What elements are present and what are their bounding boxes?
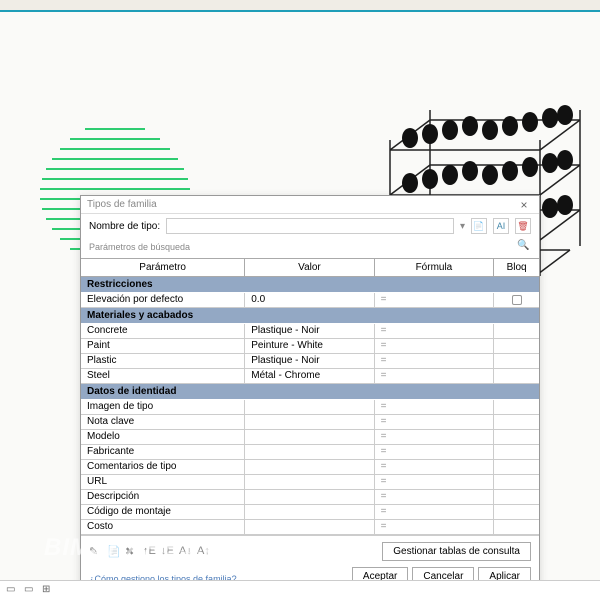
table-row[interactable]: Descripción = (81, 490, 539, 505)
table-row[interactable]: URL = (81, 475, 539, 490)
search-label: Parámetros de búsqueda (89, 242, 517, 252)
cell-formula[interactable]: = (375, 445, 494, 459)
cell-value[interactable] (245, 460, 374, 474)
cell-formula[interactable]: = (375, 400, 494, 414)
cell-formula[interactable]: = (375, 475, 494, 489)
cell-value[interactable] (245, 415, 374, 429)
cell-param[interactable]: Nota clave (81, 415, 245, 429)
cell-param[interactable]: Fabricante (81, 445, 245, 459)
manage-lookup-button[interactable]: Gestionar tablas de consulta (382, 542, 531, 561)
cell-value[interactable] (245, 400, 374, 414)
cell-formula[interactable]: = (375, 430, 494, 444)
header-param[interactable]: Parámetro (81, 259, 245, 276)
cell-lock[interactable] (494, 460, 539, 474)
cell-param[interactable]: Comentarios de tipo (81, 460, 245, 474)
dropdown-icon[interactable]: ▾ (460, 221, 465, 232)
cell-lock[interactable] (494, 520, 539, 534)
type-name-label: Nombre de tipo: (89, 221, 160, 232)
table-row[interactable]: ConcretePlastique - Noir= (81, 324, 539, 339)
lock-checkbox[interactable] (512, 295, 522, 305)
table-row[interactable]: PaintPeinture - White= (81, 339, 539, 354)
status-icon-1[interactable]: ▭ (6, 584, 20, 598)
cell-param[interactable]: Concrete (81, 324, 245, 338)
table-row[interactable]: Costo = (81, 520, 539, 535)
cell-lock[interactable] (494, 324, 539, 338)
cell-formula[interactable]: = (375, 460, 494, 474)
cell-param[interactable]: Modelo (81, 430, 245, 444)
cell-param[interactable]: Paint (81, 339, 245, 353)
table-row[interactable]: Fabricante = (81, 445, 539, 460)
cell-formula[interactable]: = (375, 520, 494, 534)
cell-value[interactable] (245, 445, 374, 459)
cell-formula[interactable]: = (375, 505, 494, 519)
group-header[interactable]: Datos de identidad (81, 384, 539, 400)
table-row[interactable]: Modelo = (81, 430, 539, 445)
watermark: BIMSHARES.COM (44, 534, 264, 562)
cell-value[interactable]: Plastique - Noir (245, 354, 374, 368)
cell-value[interactable] (245, 505, 374, 519)
header-bloq[interactable]: Bloq (494, 259, 539, 276)
cell-formula[interactable]: = (375, 354, 494, 368)
cell-formula[interactable]: = (375, 415, 494, 429)
group-header[interactable]: Materiales y acabados (81, 308, 539, 324)
status-bar: ▭ ▭ ⊞ (0, 580, 600, 600)
cell-param[interactable]: Imagen de tipo (81, 400, 245, 414)
cell-formula[interactable]: = (375, 324, 494, 338)
table-row[interactable]: SteelMétal - Chrome= (81, 369, 539, 384)
cell-lock[interactable] (494, 369, 539, 383)
cell-value[interactable] (245, 430, 374, 444)
cell-formula[interactable]: = (375, 490, 494, 504)
cell-lock[interactable] (494, 490, 539, 504)
close-icon[interactable]: × (515, 198, 533, 212)
cell-lock[interactable] (494, 354, 539, 368)
cell-lock[interactable] (494, 475, 539, 489)
cell-param[interactable]: Descripción (81, 490, 245, 504)
cell-lock[interactable] (494, 293, 539, 307)
search-icon[interactable]: 🔍 (517, 240, 531, 254)
table-row[interactable]: Imagen de tipo = (81, 400, 539, 415)
parameters-table: Parámetro Valor Fórmula Bloq Restriccion… (81, 258, 539, 535)
cell-value[interactable]: Plastique - Noir (245, 324, 374, 338)
status-icon-3[interactable]: ⊞ (42, 584, 56, 598)
cell-param[interactable]: Costo (81, 520, 245, 534)
cell-value[interactable] (245, 475, 374, 489)
cell-lock[interactable] (494, 339, 539, 353)
dialog-title-text: Tipos de familia (87, 199, 515, 210)
type-name-input[interactable] (166, 218, 454, 234)
rename-type-icon[interactable]: AI (493, 218, 509, 234)
table-row[interactable]: Elevación por defecto0.0= (81, 293, 539, 308)
group-header[interactable]: Restricciones (81, 277, 539, 293)
table-row[interactable]: Código de montaje = (81, 505, 539, 520)
table-row[interactable]: Comentarios de tipo = (81, 460, 539, 475)
cell-lock[interactable] (494, 505, 539, 519)
cell-lock[interactable] (494, 430, 539, 444)
cell-lock[interactable] (494, 445, 539, 459)
cell-lock[interactable] (494, 400, 539, 414)
cell-param[interactable]: Código de montaje (81, 505, 245, 519)
header-valor[interactable]: Valor (245, 259, 374, 276)
delete-type-icon[interactable]: 🗑 (515, 218, 531, 234)
table-row[interactable]: PlasticPlastique - Noir= (81, 354, 539, 369)
status-icon-2[interactable]: ▭ (24, 584, 38, 598)
cell-param[interactable]: URL (81, 475, 245, 489)
cell-lock[interactable] (494, 415, 539, 429)
cell-value[interactable] (245, 490, 374, 504)
cell-param[interactable]: Elevación por defecto (81, 293, 245, 307)
cell-formula[interactable]: = (375, 293, 494, 307)
cell-value[interactable]: Peinture - White (245, 339, 374, 353)
dialog-titlebar[interactable]: Tipos de familia × (81, 196, 539, 214)
cell-formula[interactable]: = (375, 339, 494, 353)
header-formula[interactable]: Fórmula (375, 259, 494, 276)
new-type-icon[interactable]: 📄 (471, 218, 487, 234)
cell-value[interactable]: 0.0 (245, 293, 374, 307)
cell-value[interactable]: Métal - Chrome (245, 369, 374, 383)
cell-param[interactable]: Steel (81, 369, 245, 383)
table-row[interactable]: Nota clave = (81, 415, 539, 430)
cell-value[interactable] (245, 520, 374, 534)
cell-formula[interactable]: = (375, 369, 494, 383)
cell-param[interactable]: Plastic (81, 354, 245, 368)
